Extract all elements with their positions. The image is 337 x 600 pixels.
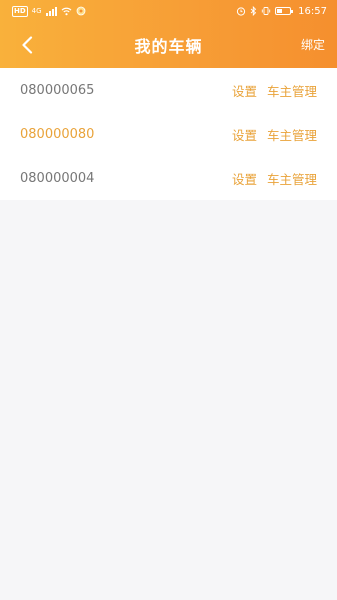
- network-type: 4G: [31, 7, 42, 15]
- bind-button[interactable]: 绑定: [301, 36, 325, 53]
- vehicle-actions: 设置 车主管理: [232, 81, 317, 100]
- alarm-icon: [237, 7, 246, 16]
- owner-management-link[interactable]: 车主管理: [267, 125, 317, 144]
- page-title: 我的车辆: [134, 37, 203, 56]
- back-button[interactable]: [14, 32, 40, 58]
- vehicle-actions: 设置 车主管理: [232, 125, 317, 144]
- vehicle-id: 080000004: [20, 170, 95, 186]
- vehicle-settings-link[interactable]: 设置: [232, 169, 257, 188]
- vehicle-row[interactable]: 080000065 设置 车主管理: [0, 68, 337, 112]
- battery-icon: [275, 7, 294, 15]
- status-bar-right: 16:57: [236, 6, 327, 17]
- vehicle-row[interactable]: 080000004 设置 车主管理: [0, 156, 337, 200]
- vibrate-icon: [262, 7, 271, 15]
- vehicle-id: 080000065: [20, 82, 95, 98]
- chevron-left-icon: [22, 36, 33, 54]
- vehicle-settings-link[interactable]: 设置: [232, 81, 257, 100]
- owner-management-link[interactable]: 车主管理: [267, 81, 317, 100]
- hd-icon: HD: [12, 5, 28, 17]
- battery-level: [277, 9, 282, 13]
- signal-icon: [45, 6, 57, 16]
- vehicle-row-selected[interactable]: 080000080 设置 车主管理: [0, 112, 337, 156]
- wifi-icon: [61, 7, 71, 15]
- owner-management-link[interactable]: 车主管理: [267, 169, 317, 188]
- vehicle-id: 080000080: [20, 126, 95, 142]
- app-header: HD 4G 16:57 我的车辆 绑定: [0, 0, 337, 68]
- status-bar: HD 4G 16:57: [0, 0, 337, 22]
- notification-icon: [76, 6, 85, 16]
- vehicle-settings-link[interactable]: 设置: [232, 125, 257, 144]
- navigation-bar: 我的车辆 绑定: [0, 22, 337, 68]
- status-time: 16:57: [298, 5, 327, 17]
- bluetooth-icon: [250, 6, 257, 16]
- vehicle-actions: 设置 车主管理: [232, 169, 317, 188]
- vehicle-list: 080000065 设置 车主管理 080000080 设置 车主管理 0800…: [0, 68, 337, 200]
- status-bar-left: HD 4G: [12, 5, 86, 17]
